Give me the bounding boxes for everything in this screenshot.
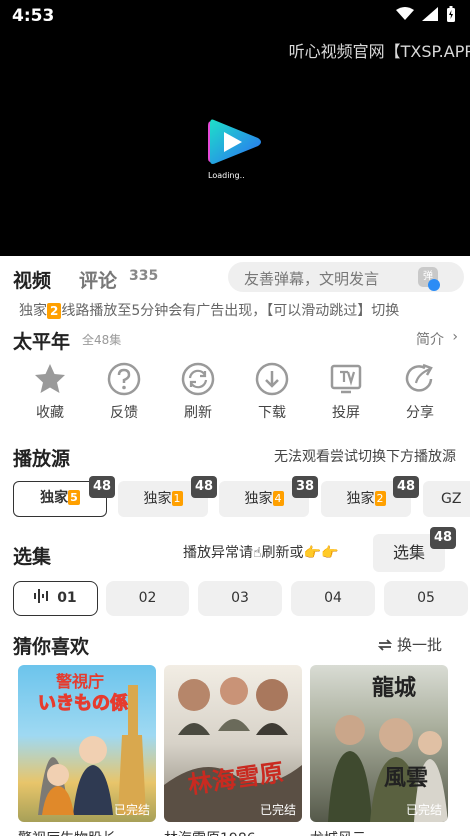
source-count-badge: 48 — [89, 476, 115, 498]
poster-image: 林海雪原 已完结 — [164, 665, 302, 822]
signal-icon — [422, 7, 438, 21]
episode-number: 02 — [138, 590, 157, 606]
share-label: 分享 — [406, 405, 434, 421]
status-tag: 已完结 — [405, 803, 442, 817]
card-title: 林海雪原1986 — [164, 828, 302, 836]
recommend-title: 猜你喜欢 — [13, 636, 90, 658]
source-count-badge: 48 — [191, 476, 217, 498]
source-chip[interactable]: GZ — [423, 481, 470, 517]
source-chip-label: 独家 — [40, 490, 69, 506]
refresh-batch-button[interactable]: 换一批 — [378, 634, 442, 655]
status-icons — [396, 6, 456, 22]
episode-number: 03 — [231, 590, 249, 606]
source-chip-label: 独家 — [244, 491, 273, 507]
notice-text: 线路播放至5分钟会有广告出现，【可以滑动跳过】切换 — [61, 303, 400, 319]
notice-prefix: 独家 — [19, 303, 47, 319]
episode-item[interactable]: 04 — [291, 581, 375, 616]
download-icon — [255, 362, 289, 396]
source-chip-num: 1 — [171, 491, 183, 506]
status-tag: 已完结 — [113, 803, 150, 817]
player-logo-icon — [208, 119, 261, 164]
source-title: 播放源 — [13, 448, 71, 470]
battery-icon — [447, 6, 455, 22]
notice-marquee: 独家 2 线路播放至5分钟会有广告出现，【可以滑动跳过】切换 — [19, 300, 459, 322]
refresh-icon — [181, 362, 215, 396]
refresh-batch-label: 换一批 — [396, 636, 442, 654]
svg-text:風雲: 風雲 — [384, 766, 428, 791]
episode-item[interactable]: 03 — [198, 581, 282, 616]
card-title: 警视厅生物股长 — [18, 828, 156, 836]
check-icon — [428, 279, 440, 291]
episode-number: 05 — [417, 590, 435, 606]
source-chip-num: 4 — [272, 491, 284, 506]
episode-item[interactable]: 02 — [106, 581, 189, 616]
action-bar: 收藏 反馈 刷新 下载 投屏 分享 — [0, 362, 470, 428]
recommend-card[interactable]: 警視庁 いきもの係 已完结 警视厅生物股长 — [18, 665, 156, 836]
danmu-input[interactable]: 友善弹幕，文明发言 弹 — [228, 262, 464, 292]
feedback-label: 反馈 — [110, 405, 138, 421]
comment-count: 335 — [129, 268, 159, 284]
favorite-label: 收藏 — [36, 405, 64, 421]
show-title: 太平年 — [13, 331, 71, 353]
episode-number: 01 — [57, 590, 77, 606]
recommend-card[interactable]: 林海雪原 已完结 林海雪原1986 — [164, 665, 302, 836]
svg-text:警視庁: 警視庁 — [55, 672, 104, 691]
status-time: 4:53 — [12, 6, 55, 26]
refresh-button[interactable]: 刷新 — [168, 362, 228, 422]
star-icon — [35, 364, 65, 393]
svg-text:いきもの係: いきもの係 — [38, 692, 128, 714]
share-button[interactable]: 分享 — [390, 362, 450, 422]
refresh-label: 刷新 — [184, 405, 212, 421]
status-tag: 已完结 — [259, 803, 296, 817]
loading-text: Loading.. — [208, 171, 245, 180]
source-chip-num: 2 — [374, 491, 386, 506]
favorite-button[interactable]: 收藏 — [20, 362, 80, 422]
source-chip-label: GZ — [441, 491, 462, 507]
svg-text:龍城: 龍城 — [372, 675, 416, 701]
episode-item[interactable]: 01 — [13, 581, 98, 616]
cast-label: 投屏 — [332, 405, 360, 421]
wifi-icon — [396, 7, 414, 20]
episodes-hint: 播放异常请☝刷新或👉👉 — [183, 545, 339, 561]
poster-image: 警視庁 いきもの係 已完结 — [18, 665, 156, 822]
tab-video[interactable]: 视频 — [13, 266, 51, 293]
source-count-badge: 38 — [292, 476, 318, 498]
cast-button[interactable]: 投屏 — [316, 362, 376, 422]
source-hint: 无法观看尝试切换下方播放源 — [274, 449, 456, 465]
detail-tabs: 视频 评论 335 友善弹幕，文明发言 弹 — [0, 256, 470, 296]
episode-item[interactable]: 05 — [384, 581, 468, 616]
video-player[interactable]: 4:53 听心视频官网【TXSP.APP Loading.. — [0, 0, 470, 256]
poster-image: 龍城 風雲 已完结 — [310, 665, 448, 822]
source-chip-num: 5 — [68, 490, 80, 505]
chevron-right-icon[interactable]: › — [452, 329, 458, 345]
notice-num-badge: 2 — [47, 303, 62, 319]
question-icon — [107, 362, 141, 396]
download-label: 下载 — [258, 405, 286, 421]
recommend-list: 警視庁 いきもの係 已完结 警视厅生物股长 林海雪原 已完结 林海雪原1986 — [18, 665, 470, 836]
download-button[interactable]: 下载 — [242, 362, 302, 422]
episodes-total: 全48集 — [82, 333, 122, 347]
source-count-badge: 48 — [393, 476, 419, 498]
source-chip-label: 独家 — [143, 491, 172, 507]
episode-number: 04 — [324, 590, 342, 606]
swap-icon — [378, 639, 393, 651]
watermark-text: 听心视频官网【TXSP.APP — [288, 42, 470, 61]
intro-link[interactable]: 简介 — [416, 329, 444, 349]
episode-list: 01 02 03 04 05 — [13, 581, 470, 619]
tab-comment[interactable]: 评论 — [79, 266, 117, 293]
danmu-placeholder: 友善弹幕，文明发言 — [244, 270, 380, 288]
episodes-title: 选集 — [13, 546, 52, 568]
playing-bars-icon — [34, 589, 49, 603]
recommend-card[interactable]: 龍城 風雲 已完结 龙城风云 — [310, 665, 448, 836]
source-chip-label: 独家 — [346, 491, 375, 507]
tv-cast-icon — [330, 364, 362, 394]
card-title: 龙城风云 — [310, 828, 448, 836]
share-icon — [405, 363, 433, 392]
feedback-button[interactable]: 反馈 — [94, 362, 154, 422]
episode-count-badge: 48 — [430, 527, 456, 549]
